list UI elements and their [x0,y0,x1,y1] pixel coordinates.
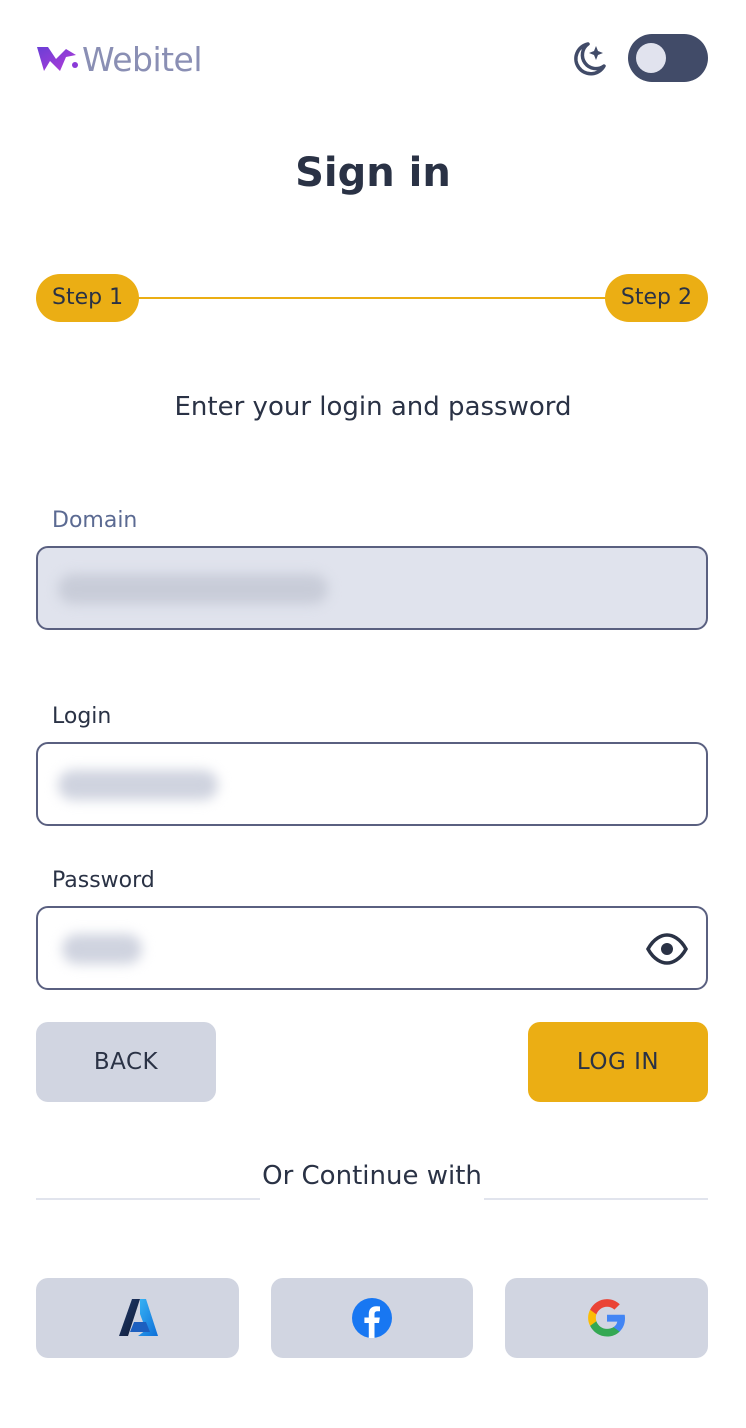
moon-stars-icon[interactable] [566,38,608,80]
login-value-redacted [58,770,218,800]
google-icon [587,1299,625,1337]
page-title: Sign in [295,150,451,196]
google-login-button[interactable] [505,1278,708,1358]
divider-left [36,1198,260,1200]
domain-field [36,546,708,630]
logo: Webitel [36,40,203,79]
login-field[interactable] [36,742,708,826]
password-field[interactable] [36,906,708,990]
password-label: Password [52,868,155,893]
logo-text: Webitel [82,40,203,79]
stepper: Step 1 Step 2 [36,274,708,322]
step-1-badge: Step 1 [36,274,140,322]
domain-label: Domain [52,508,138,533]
facebook-icon [352,1298,392,1338]
domain-value-redacted [58,574,328,604]
webitel-logo-icon [37,46,78,71]
password-value-redacted [62,934,142,964]
toggle-knob [636,43,666,73]
back-button[interactable]: BACK [36,1022,216,1102]
divider-right [484,1198,708,1200]
header: Webitel [36,34,708,82]
facebook-login-button[interactable] [271,1278,473,1358]
or-continue-text: Or Continue with [262,1161,482,1191]
azure-icon [118,1299,158,1336]
theme-toggle[interactable] [628,34,708,82]
login-label: Login [52,704,112,729]
step-2-badge: Step 2 [604,274,708,322]
form-subtitle: Enter your login and password [174,392,572,422]
eye-icon[interactable] [646,930,688,968]
azure-login-button[interactable] [36,1278,239,1358]
stepper-line [126,297,618,299]
login-button[interactable]: LOG IN [528,1022,708,1102]
